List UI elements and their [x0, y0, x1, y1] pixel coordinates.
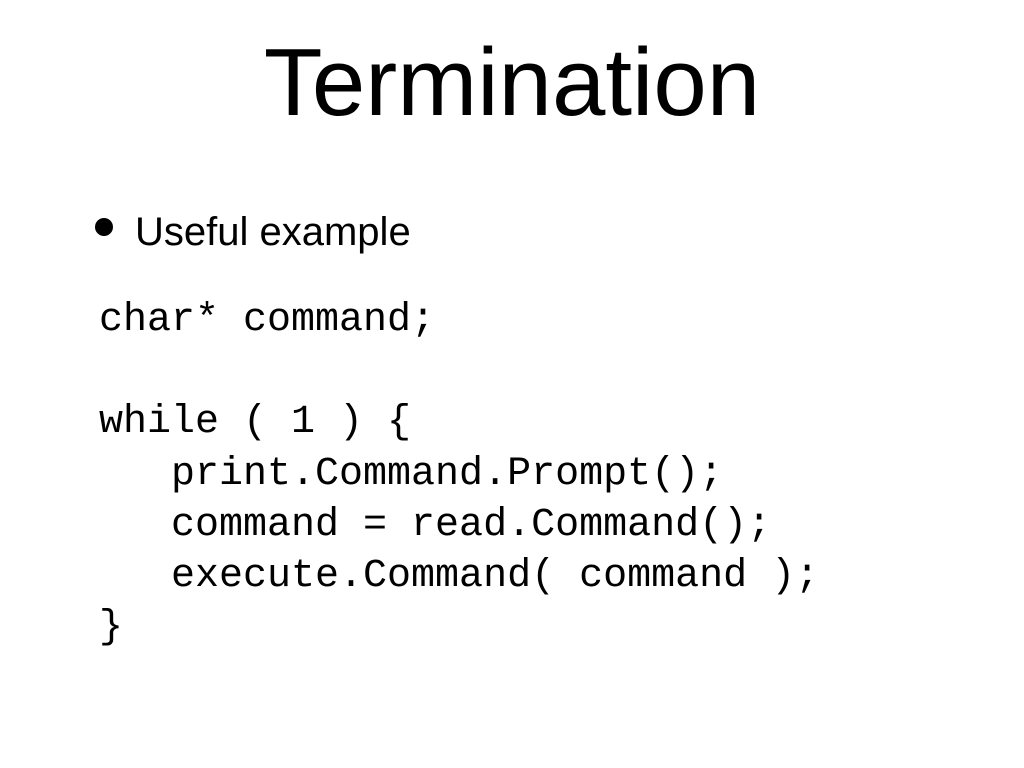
- code-block: char* command; while ( 1 ) { print.Comma…: [99, 295, 964, 653]
- slide-title: Termination: [0, 28, 1024, 138]
- slide-body: Useful example char* command; while ( 1 …: [95, 210, 964, 653]
- slide: Termination Useful example char* command…: [0, 0, 1024, 768]
- bullet-item: Useful example: [95, 210, 964, 255]
- bullet-text: Useful example: [135, 210, 411, 255]
- bullet-dot-icon: [95, 218, 113, 236]
